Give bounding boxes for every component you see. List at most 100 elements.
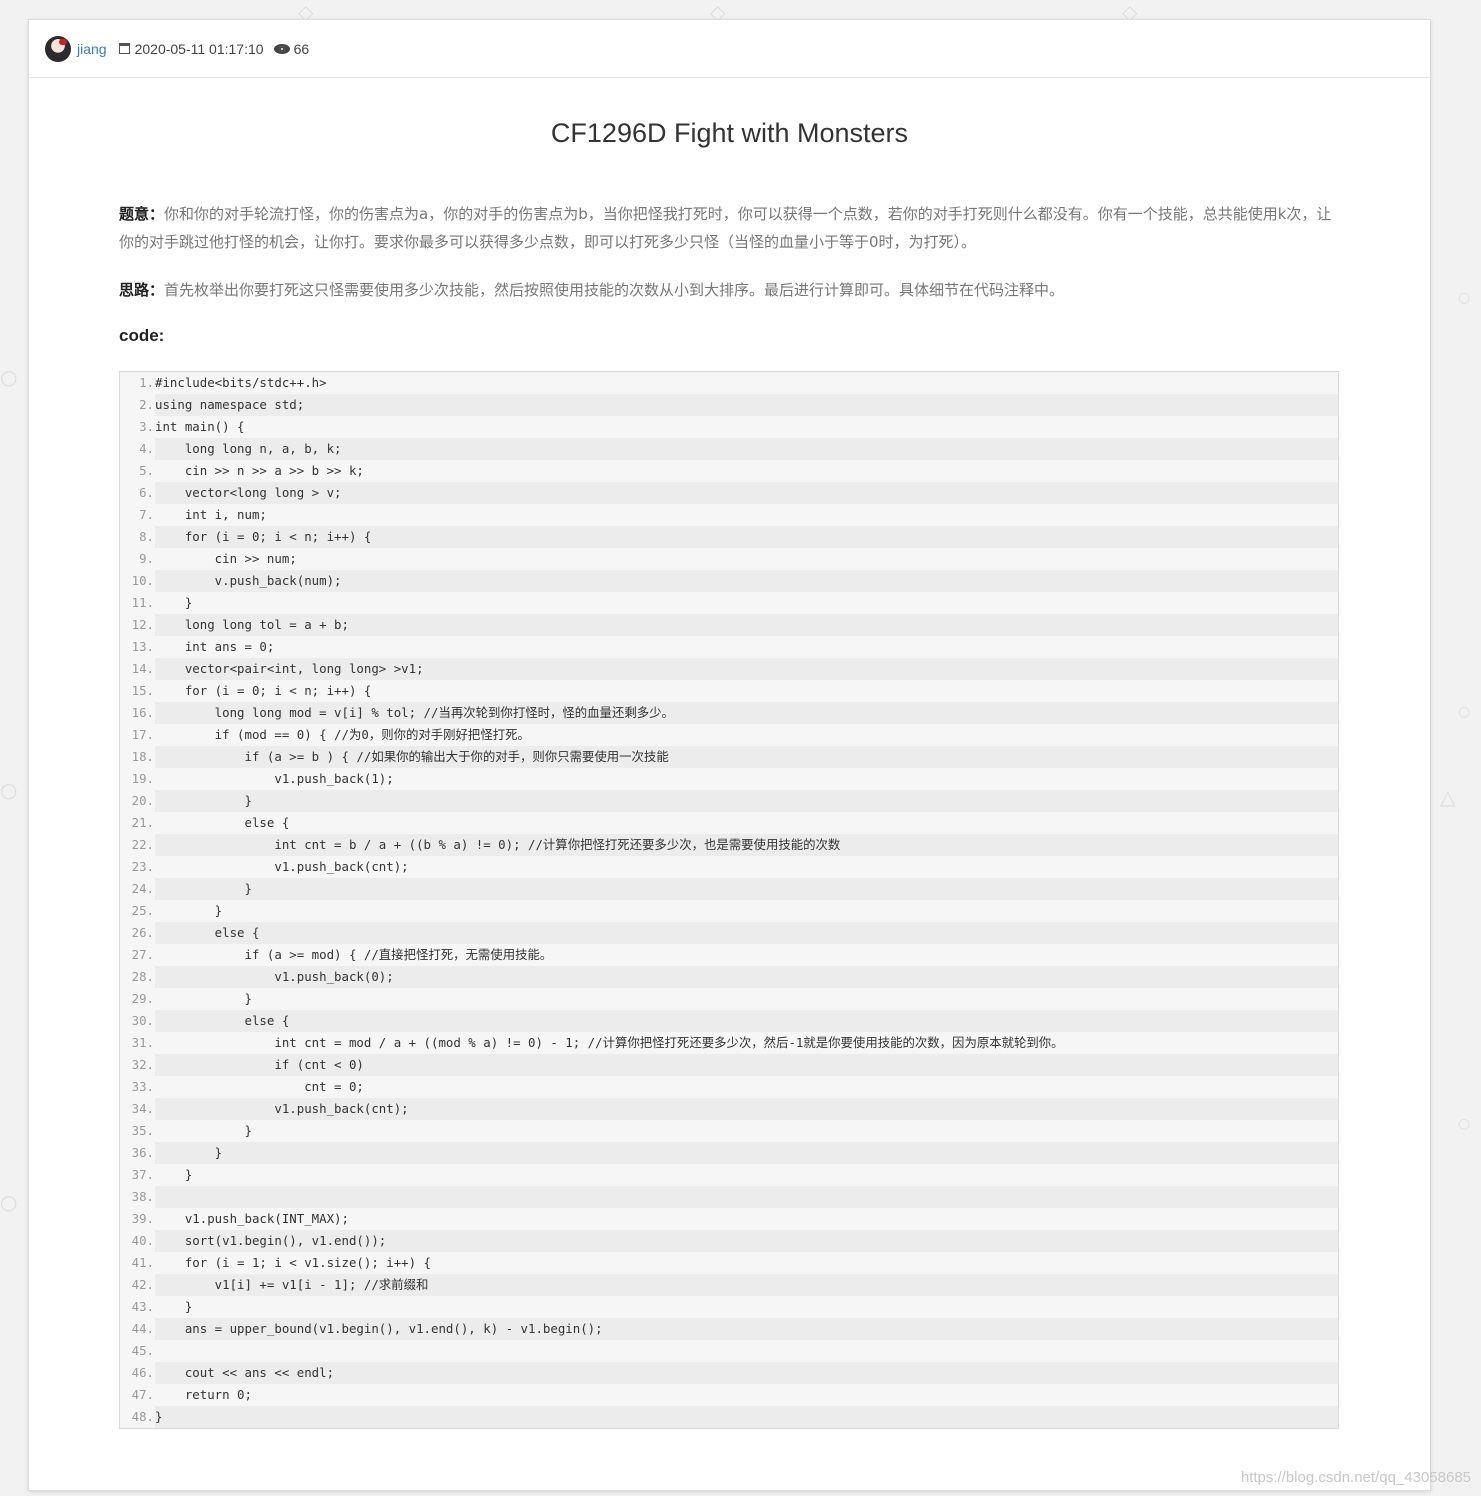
- line-number: 18.: [120, 746, 155, 768]
- line-number: 17.: [120, 724, 155, 746]
- article-title: CF1296D Fight with Monsters: [550, 118, 909, 148]
- line-number: 9.: [120, 548, 155, 570]
- author-link[interactable]: jiang: [77, 41, 107, 57]
- code-text: cin >> num;: [155, 548, 1338, 570]
- code-line: 19. v1.push_back(1);: [120, 768, 1338, 790]
- code-line: 40. sort(v1.begin(), v1.end());: [120, 1230, 1338, 1252]
- line-number: 28.: [120, 966, 155, 988]
- calendar-icon: [118, 43, 130, 54]
- code-text: int main() {: [155, 416, 1338, 438]
- code-text: int ans = 0;: [155, 636, 1338, 658]
- code-text: sort(v1.begin(), v1.end());: [155, 1230, 1338, 1252]
- code-line: 46. cout << ans << endl;: [120, 1362, 1338, 1384]
- code-text: ans = upper_bound(v1.begin(), v1.end(), …: [155, 1318, 1338, 1340]
- code-text: }: [155, 900, 1338, 922]
- code-text: else {: [155, 812, 1338, 834]
- line-number: 44.: [120, 1318, 155, 1340]
- code-line: 37. }: [120, 1164, 1338, 1186]
- background-circle-icon: ○: [0, 365, 18, 389]
- code-text: }: [155, 1120, 1338, 1142]
- code-line: 39. v1.push_back(INT_MAX);: [120, 1208, 1338, 1230]
- line-number: 13.: [120, 636, 155, 658]
- code-text: }: [155, 790, 1338, 812]
- code-text: if (mod == 0) { //为0，则你的对手刚好把怪打死。: [155, 724, 1338, 746]
- line-number: 31.: [120, 1032, 155, 1054]
- code-text: if (cnt < 0): [155, 1054, 1338, 1076]
- problem-text: 你和你的对手轮流打怪，你的伤害点为a，你的对手的伤害点为b，当你把怪我打死时，你…: [119, 205, 1332, 251]
- line-number: 21.: [120, 812, 155, 834]
- line-number: 30.: [120, 1010, 155, 1032]
- line-number: 32.: [120, 1054, 155, 1076]
- code-text: [155, 1340, 1338, 1362]
- code-line: 24. }: [120, 878, 1338, 900]
- code-text: vector<long long > v;: [155, 482, 1338, 504]
- code-line: 3. int main() {: [120, 416, 1338, 438]
- line-number: 38.: [120, 1186, 155, 1208]
- code-text: cnt = 0;: [155, 1076, 1338, 1098]
- background-circle-icon: ○: [0, 1190, 18, 1214]
- code-text: }: [155, 1164, 1338, 1186]
- line-number: 33.: [120, 1076, 155, 1098]
- line-number: 22.: [120, 834, 155, 856]
- background-triangle-icon: △: [1440, 785, 1456, 809]
- line-number: 1.: [120, 372, 155, 394]
- line-number: 23.: [120, 856, 155, 878]
- line-number: 40.: [120, 1230, 155, 1252]
- code-line: 42. v1[i] += v1[i - 1]; //求前缀和: [120, 1274, 1338, 1296]
- code-line: 26. else {: [120, 922, 1338, 944]
- line-number: 45.: [120, 1340, 155, 1362]
- line-number: 26.: [120, 922, 155, 944]
- code-text: }: [155, 1142, 1338, 1164]
- view-count: 66: [293, 40, 310, 57]
- line-number: 8.: [120, 526, 155, 548]
- code-line: 20. }: [120, 790, 1338, 812]
- author-avatar[interactable]: [45, 35, 71, 62]
- line-number: 39.: [120, 1208, 155, 1230]
- code-block[interactable]: 1. #include<bits/stdc++.h> 2. using namespa…: [119, 371, 1339, 1429]
- code-line: 27. if (a >= mod) { //直接把怪打死，无需使用技能。: [120, 944, 1338, 966]
- code-text: cin >> n >> a >> b >> k;: [155, 460, 1338, 482]
- code-line: 23. v1.push_back(cnt);: [120, 856, 1338, 878]
- code-line: 12. long long tol = a + b;: [120, 614, 1338, 636]
- code-line: 47. return 0;: [120, 1384, 1338, 1406]
- code-text: }: [155, 592, 1338, 614]
- idea-label: 思路：: [119, 281, 165, 299]
- line-number: 14.: [120, 658, 155, 680]
- code-line: 18. if (a >= b ) { //如果你的输出大于你的对手，则你只需要使…: [120, 746, 1338, 768]
- code-line: 21. else {: [120, 812, 1338, 834]
- code-text: else {: [155, 922, 1338, 944]
- eye-icon: [273, 43, 290, 54]
- code-text: long long n, a, b, k;: [155, 438, 1338, 460]
- code-line: 35. }: [120, 1120, 1338, 1142]
- code-line: 13. int ans = 0;: [120, 636, 1338, 658]
- code-line: 28. v1.push_back(0);: [120, 966, 1338, 988]
- code-text: vector<pair<int, long long> >v1;: [155, 658, 1338, 680]
- code-text: v.push_back(num);: [155, 570, 1338, 592]
- code-line: 43. }: [120, 1296, 1338, 1318]
- code-line: 4. long long n, a, b, k;: [120, 438, 1338, 460]
- code-line: 15. for (i = 0; i < n; i++) {: [120, 680, 1338, 702]
- line-number: 47.: [120, 1384, 155, 1406]
- code-text: v1.push_back(0);: [155, 966, 1338, 988]
- line-number: 27.: [120, 944, 155, 966]
- line-number: 2.: [120, 394, 155, 416]
- line-number: 41.: [120, 1252, 155, 1274]
- line-number: 10.: [120, 570, 155, 592]
- code-text: for (i = 0; i < n; i++) {: [155, 680, 1338, 702]
- code-text: long long mod = v[i] % tol; //当再次轮到你打怪时，…: [155, 702, 1338, 724]
- problem-label: 题意：: [119, 205, 165, 223]
- code-text: }: [155, 988, 1338, 1010]
- idea-paragraph: 思路：首先枚举出你要打死这只怪需要使用多少次技能，然后按照使用技能的次数从小到大…: [119, 276, 1341, 304]
- code-line: 29. }: [120, 988, 1338, 1010]
- line-number: 46.: [120, 1362, 155, 1384]
- background-circle-icon: ○: [1458, 704, 1471, 720]
- line-number: 48.: [120, 1406, 155, 1428]
- code-text: #include<bits/stdc++.h>: [155, 372, 1338, 394]
- code-text: }: [155, 1296, 1338, 1318]
- code-text: v1.push_back(1);: [155, 768, 1338, 790]
- line-number: 24.: [120, 878, 155, 900]
- code-line: 9. cin >> num;: [120, 548, 1338, 570]
- post-meta-bar: jiang 2020-05-11 01:17:10 66: [29, 20, 1430, 78]
- code-text: v1.push_back(cnt);: [155, 856, 1338, 878]
- line-number: 11.: [120, 592, 155, 614]
